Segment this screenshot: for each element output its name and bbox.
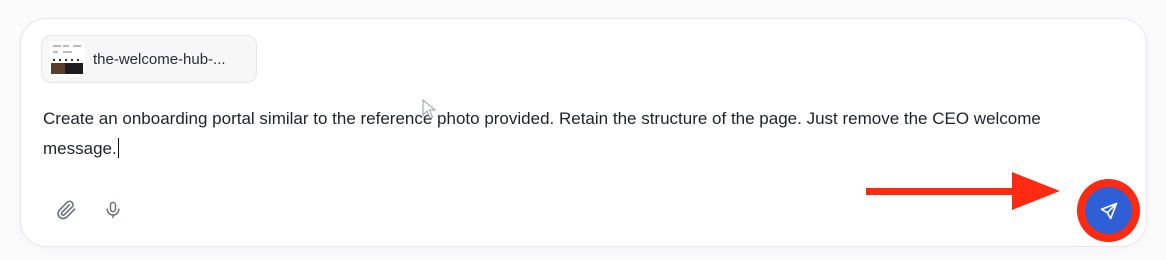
chat-composer[interactable]: the-welcome-hub-... Create an onboarding… — [20, 18, 1147, 247]
annotation-arrow — [866, 172, 1060, 210]
microphone-icon — [106, 201, 120, 219]
prompt-input[interactable]: Create an onboarding portal similar to t… — [43, 104, 1103, 164]
paperclip-icon — [57, 200, 76, 220]
microphone-button[interactable] — [98, 195, 128, 225]
image-thumbnail-icon — [49, 41, 85, 77]
attach-button[interactable] — [51, 195, 81, 225]
send-button[interactable] — [1085, 187, 1132, 234]
attachment-chip[interactable]: the-welcome-hub-... — [41, 35, 257, 83]
send-button-highlight — [1077, 179, 1140, 242]
text-caret — [117, 138, 119, 158]
mouse-cursor-icon — [422, 99, 436, 119]
prompt-text: Create an onboarding portal similar to t… — [43, 109, 1041, 158]
send-icon — [1100, 202, 1117, 219]
attachment-filename: the-welcome-hub-... — [93, 50, 226, 68]
